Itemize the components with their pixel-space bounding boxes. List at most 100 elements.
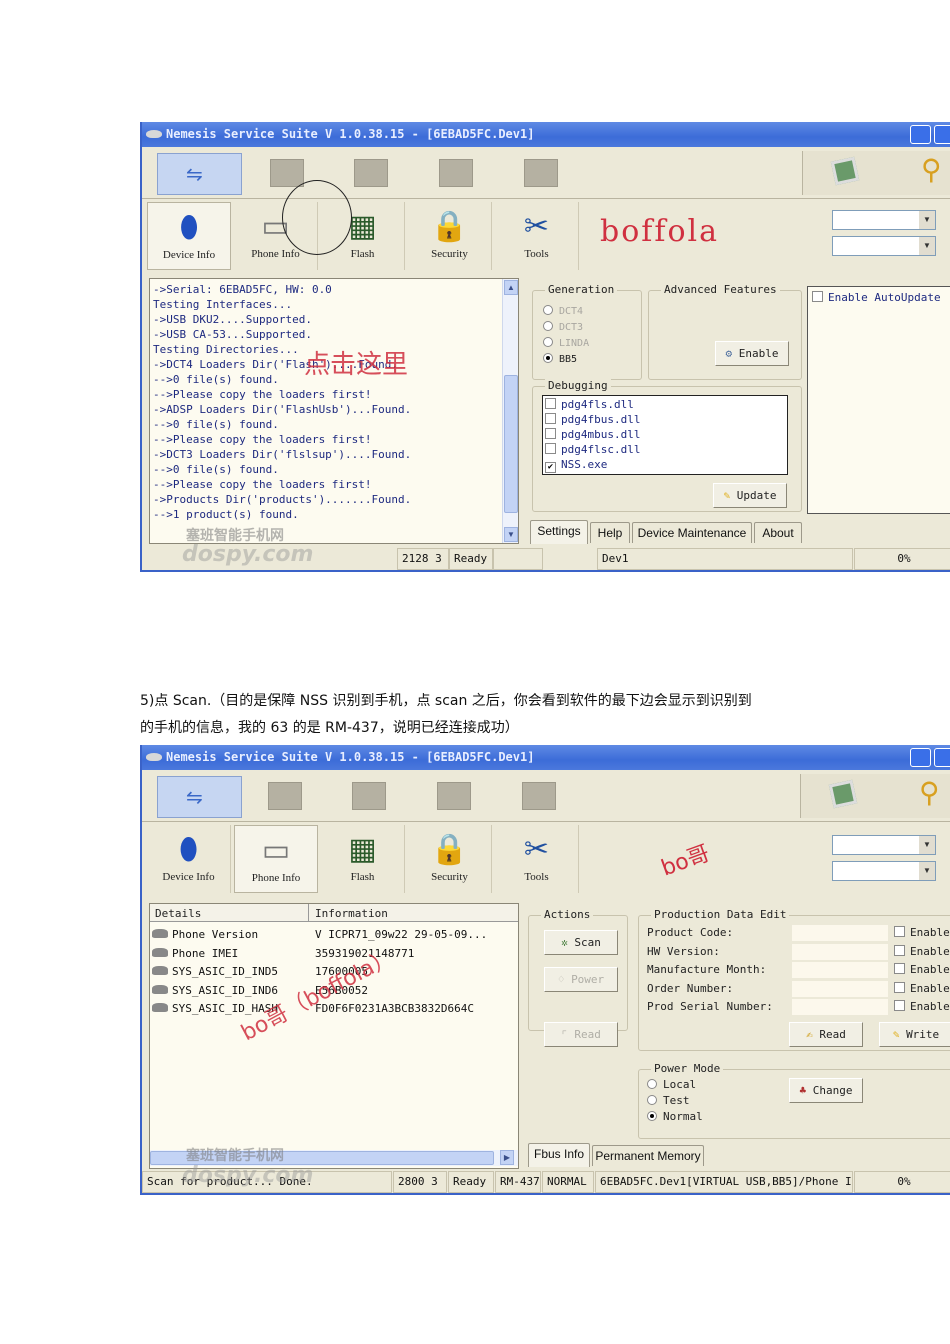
app-logo-icon	[146, 130, 162, 138]
generation-radio-dct4[interactable]: DCT4	[543, 305, 583, 317]
production-field-input[interactable]	[792, 962, 888, 978]
scan-button[interactable]: ✲ Scan	[544, 930, 618, 955]
toolbar-security-button[interactable]: 🔒 Security	[408, 202, 492, 270]
debug-item-checkbox[interactable]: pdg4fbus.dll	[545, 413, 640, 426]
port-slot-button[interactable]	[524, 159, 558, 187]
status-cell: 6EBAD5FC.Dev1[VIRTUAL USB,BB5]/Phone In	[595, 1171, 853, 1193]
tab-help[interactable]: Help	[590, 522, 630, 543]
debug-item-checkbox[interactable]: ✔ NSS.exe	[545, 458, 607, 473]
minimize-button[interactable]	[910, 748, 931, 767]
port-slot-button[interactable]	[439, 159, 473, 187]
table-row[interactable]: Phone Version V ICPR71_09w22 29-05-09...	[150, 926, 510, 942]
toolbar-label: Tools	[524, 248, 549, 260]
generation-radio-bb5[interactable]: BB5	[543, 353, 577, 365]
port-select[interactable]	[832, 861, 936, 881]
toolbar-tools-button[interactable]: ✂ Tools	[495, 825, 579, 893]
tab-about[interactable]: About	[754, 522, 802, 543]
production-field-input[interactable]	[792, 999, 888, 1015]
device-select[interactable]	[832, 835, 936, 855]
title-bar: Nemesis Service Suite V 1.0.38.15 - [6EB…	[142, 122, 950, 147]
maximize-button[interactable]	[934, 125, 950, 144]
log-scrollbar[interactable]: ▲ ▼	[502, 279, 518, 543]
power-mode-group: Power Mode Local Test Normal ♣ Change	[638, 1062, 950, 1139]
quick-tools: ⚲	[802, 151, 950, 195]
toolbar-flash-button[interactable]: ▦ Flash	[321, 825, 405, 893]
production-read-button[interactable]: ✍ Read	[789, 1022, 863, 1047]
toolbar-phone-info-button[interactable]: ▭ Phone Info	[234, 825, 318, 893]
minimize-button[interactable]	[910, 125, 931, 144]
advanced-features-group: Advanced Features ⚙ Enable	[648, 283, 802, 380]
radio-label: LINDA	[559, 338, 590, 349]
generation-radio-linda[interactable]: LINDA	[543, 337, 589, 349]
detail-cell: Phone Version	[152, 928, 258, 941]
production-field-input[interactable]	[792, 980, 888, 997]
detail-label: Phone IMEI	[172, 946, 239, 960]
main-toolbar: ⬮ Device Info ▭ Phone Info ▦ Flash 🔒 Security ✂ T…	[142, 200, 950, 272]
debug-item-checkbox[interactable]: pdg4fls.dll	[545, 398, 634, 411]
enable-checkbox[interactable]: Enable	[894, 944, 950, 958]
toolbar-device-info-button[interactable]: ⬮ Device Info	[147, 825, 231, 893]
port-slot-button[interactable]	[268, 782, 302, 810]
autoupdate-panel: Enable AutoUpdate	[807, 286, 950, 514]
enable-checkbox[interactable]: Enable	[894, 981, 950, 995]
actions-read-button[interactable]: ⌜ Read	[544, 1022, 618, 1047]
debug-item-label: NSS.exe	[561, 458, 608, 471]
radio-label: DCT4	[559, 306, 584, 317]
port-slot-button[interactable]	[352, 782, 386, 810]
power-mode-radio-local[interactable]: Local	[647, 1078, 696, 1091]
toolbar-label: Device Info	[162, 871, 215, 883]
port-slot-button[interactable]	[354, 159, 388, 187]
enable-checkbox[interactable]: Enable	[894, 1000, 950, 1013]
column-details[interactable]: Details	[155, 907, 201, 920]
tab-settings[interactable]: Settings	[530, 520, 588, 544]
power-mode-radio-test[interactable]: Test	[647, 1094, 690, 1107]
enable-button[interactable]: ⚙ Enable	[715, 341, 789, 366]
debug-item-checkbox[interactable]: pdg4flsc.dll	[545, 443, 640, 456]
log-line: -->Please copy the loaders first!	[153, 433, 372, 446]
column-information[interactable]: Information	[315, 907, 388, 920]
production-field-input[interactable]	[792, 925, 888, 941]
toolbar-tools-button[interactable]: ✂ Tools	[495, 202, 579, 270]
port-slot-button[interactable]	[522, 782, 556, 810]
maximize-button[interactable]	[934, 748, 950, 767]
log-line: ->Serial: 6EBAD5FC, HW: 0.0	[153, 283, 332, 296]
checkbox-icon	[545, 428, 556, 439]
port-slot-button[interactable]	[437, 782, 471, 810]
table-row[interactable]: Phone IMEI 359319021148771	[150, 945, 510, 961]
usb-connection-button[interactable]: ⇋	[157, 153, 242, 195]
autoupdate-checkbox[interactable]: Enable AutoUpdate	[812, 291, 941, 304]
port-slot-button[interactable]	[270, 159, 304, 187]
detail-cell: Phone IMEI	[152, 947, 238, 960]
power-button[interactable]: ♢ Power	[544, 967, 618, 992]
search-icon[interactable]: ⚲	[919, 776, 940, 809]
tab-fbus-info[interactable]: Fbus Info	[528, 1143, 590, 1167]
information-cell: V ICPR71_09w22 29-05-09...	[315, 928, 488, 941]
chip-icon[interactable]	[830, 156, 860, 186]
usb-connection-button[interactable]: ⇋	[157, 776, 242, 818]
generation-radio-dct3[interactable]: DCT3	[543, 321, 583, 333]
production-write-button[interactable]: ✎ Write	[879, 1022, 950, 1047]
detail-label: SYS_ASIC_ID_IND6	[172, 983, 278, 997]
change-button[interactable]: ♣ Change	[789, 1078, 863, 1103]
chip-icon	[152, 947, 168, 957]
update-button[interactable]: ✎ Update	[713, 483, 787, 508]
enable-checkbox[interactable]: Enable	[894, 926, 950, 939]
tab-permanent-memory[interactable]: Permanent Memory	[592, 1145, 704, 1166]
toolbar-device-info-button[interactable]: ⬮ Device Info	[147, 202, 231, 270]
power-mode-radio-normal[interactable]: Normal	[647, 1110, 703, 1123]
debug-list: pdg4fls.dll pdg4fbus.dll pdg4mbus.dll pdg4f…	[542, 395, 788, 475]
production-field-input[interactable]	[792, 943, 888, 960]
tab-device-maintenance[interactable]: Device Maintenance	[632, 522, 752, 543]
search-icon[interactable]: ⚲	[921, 153, 942, 186]
debug-item-checkbox[interactable]: pdg4mbus.dll	[545, 428, 640, 441]
chip-icon[interactable]	[828, 779, 858, 809]
toolbar-security-button[interactable]: 🔒 Security	[408, 825, 492, 893]
radio-icon	[647, 1079, 657, 1089]
log-output[interactable]: ->Serial: 6EBAD5FC, HW: 0.0 Testing Inter…	[149, 278, 519, 544]
device-select[interactable]	[832, 210, 936, 230]
checkbox-label: Enable AutoUpdate	[828, 291, 941, 304]
checkbox-icon	[894, 926, 905, 937]
enable-checkbox[interactable]: Enable	[894, 963, 950, 976]
app-logo-icon	[146, 753, 162, 761]
port-select[interactable]	[832, 236, 936, 256]
